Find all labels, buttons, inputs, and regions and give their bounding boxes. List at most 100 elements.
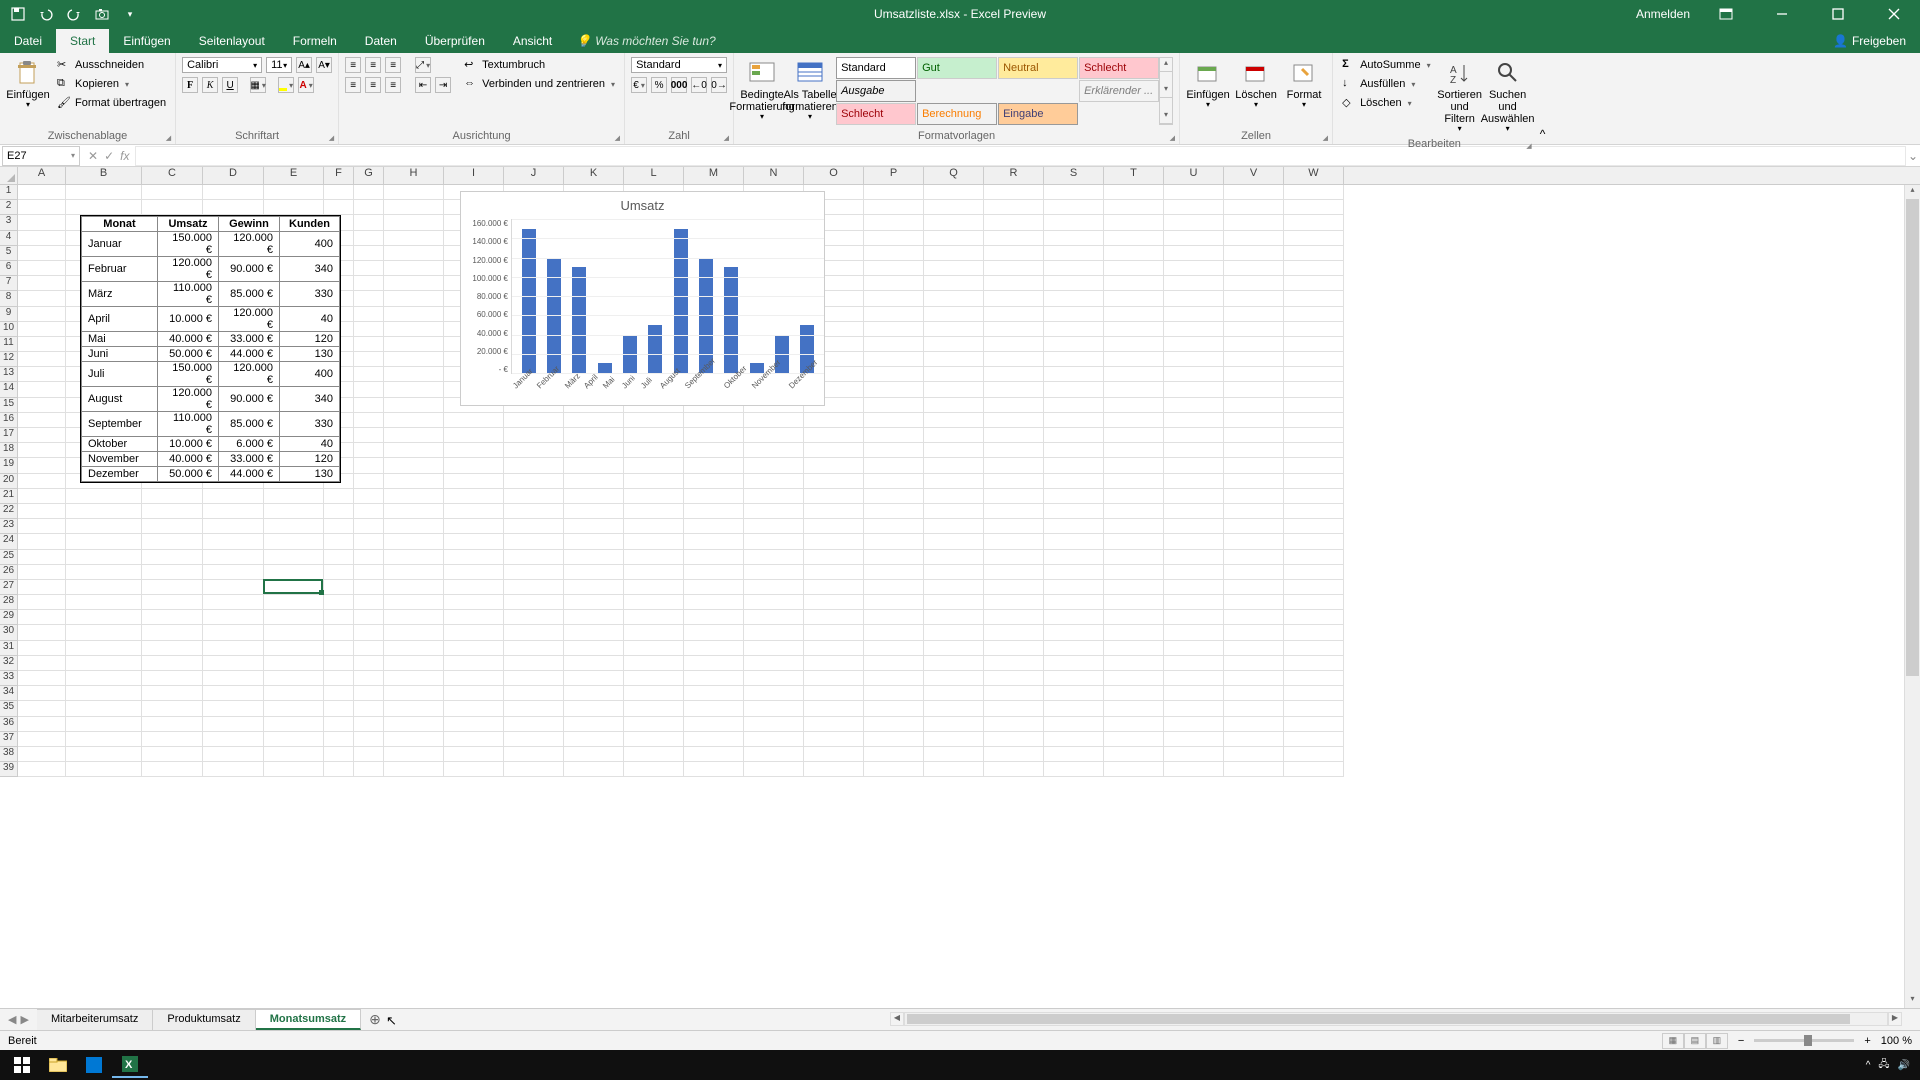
cell[interactable] — [864, 246, 924, 261]
cell[interactable] — [564, 443, 624, 458]
cell[interactable] — [384, 580, 444, 595]
cell[interactable] — [384, 322, 444, 337]
cell[interactable] — [1164, 231, 1224, 246]
cell[interactable] — [1104, 474, 1164, 489]
cell[interactable] — [264, 656, 324, 671]
cell[interactable] — [984, 337, 1044, 352]
zoom-out-icon[interactable]: − — [1738, 1035, 1744, 1047]
cell[interactable] — [804, 504, 864, 519]
cell[interactable] — [1044, 382, 1104, 397]
cell[interactable] — [354, 322, 384, 337]
cell[interactable] — [1284, 246, 1344, 261]
col-header[interactable]: L — [624, 167, 684, 184]
cell[interactable] — [684, 565, 744, 580]
cell[interactable] — [924, 413, 984, 428]
cell[interactable] — [744, 413, 804, 428]
cell[interactable] — [624, 519, 684, 534]
cell[interactable] — [1044, 762, 1104, 777]
cell[interactable] — [984, 610, 1044, 625]
cell[interactable] — [564, 550, 624, 565]
row-header[interactable]: 16 — [0, 413, 18, 428]
cell[interactable] — [203, 185, 264, 200]
cell[interactable] — [354, 762, 384, 777]
cell[interactable] — [354, 686, 384, 701]
cell[interactable] — [384, 367, 444, 382]
table-cell[interactable]: 130 — [280, 467, 340, 482]
cell[interactable] — [142, 671, 203, 686]
cell[interactable] — [354, 534, 384, 549]
cell[interactable] — [804, 489, 864, 504]
cell[interactable] — [324, 580, 354, 595]
cell[interactable] — [924, 398, 984, 413]
comma-icon[interactable]: 000 — [671, 77, 687, 93]
tab-insert[interactable]: Einfügen — [109, 29, 184, 53]
cell[interactable] — [1284, 625, 1344, 640]
cell[interactable] — [1104, 200, 1164, 215]
cell[interactable] — [1224, 550, 1284, 565]
cell[interactable] — [984, 276, 1044, 291]
cell[interactable] — [18, 246, 66, 261]
cell[interactable] — [1104, 398, 1164, 413]
cell[interactable] — [354, 352, 384, 367]
cell[interactable] — [624, 595, 684, 610]
cell[interactable] — [924, 246, 984, 261]
cell[interactable] — [624, 701, 684, 716]
table-cell[interactable]: 50.000 € — [158, 467, 219, 482]
cell[interactable] — [142, 565, 203, 580]
cell[interactable] — [924, 656, 984, 671]
format-as-table-button[interactable]: Als Tabelle formatieren▾ — [788, 57, 832, 124]
row-header[interactable]: 25 — [0, 550, 18, 565]
cell[interactable] — [1284, 322, 1344, 337]
taskbar-explorer-icon[interactable] — [40, 1052, 76, 1078]
cell[interactable] — [864, 185, 924, 200]
cell[interactable] — [264, 686, 324, 701]
cell[interactable] — [1164, 504, 1224, 519]
cell[interactable] — [324, 565, 354, 580]
cell[interactable] — [564, 534, 624, 549]
cell[interactable] — [66, 504, 142, 519]
cell[interactable] — [66, 200, 142, 215]
col-header[interactable]: I — [444, 167, 504, 184]
col-header[interactable]: A — [18, 167, 66, 184]
cell[interactable] — [18, 550, 66, 565]
cell[interactable] — [354, 656, 384, 671]
cell[interactable] — [1044, 413, 1104, 428]
cell[interactable] — [564, 671, 624, 686]
table-header[interactable]: Gewinn — [219, 217, 280, 232]
cell[interactable] — [924, 625, 984, 640]
cell[interactable] — [1224, 261, 1284, 276]
cell[interactable] — [1044, 625, 1104, 640]
cell[interactable] — [624, 656, 684, 671]
row-header[interactable]: 9 — [0, 307, 18, 322]
cell[interactable] — [1284, 656, 1344, 671]
cell[interactable] — [624, 443, 684, 458]
cell[interactable] — [1284, 398, 1344, 413]
cell[interactable] — [1224, 185, 1284, 200]
cell[interactable] — [1164, 580, 1224, 595]
cell[interactable] — [864, 656, 924, 671]
cell[interactable] — [66, 565, 142, 580]
cell[interactable] — [66, 550, 142, 565]
cell[interactable] — [1224, 656, 1284, 671]
cell[interactable] — [142, 580, 203, 595]
tab-pagelayout[interactable]: Seitenlayout — [185, 29, 279, 53]
cell[interactable] — [984, 595, 1044, 610]
cell[interactable] — [1044, 322, 1104, 337]
cell[interactable] — [804, 625, 864, 640]
scroll-up-icon[interactable]: ▴ — [1905, 185, 1920, 199]
table-cell[interactable]: Juli — [82, 362, 158, 387]
table-cell[interactable]: 110.000 € — [158, 412, 219, 437]
cell[interactable] — [444, 610, 504, 625]
cell[interactable] — [504, 671, 564, 686]
cell[interactable] — [324, 625, 354, 640]
cell[interactable] — [984, 382, 1044, 397]
cell[interactable] — [444, 504, 504, 519]
cell[interactable] — [1164, 322, 1224, 337]
cell[interactable] — [1044, 443, 1104, 458]
cell[interactable] — [684, 625, 744, 640]
cell[interactable] — [203, 565, 264, 580]
undo-icon[interactable] — [38, 6, 54, 22]
cell[interactable] — [1284, 215, 1344, 230]
cell[interactable] — [984, 246, 1044, 261]
cell[interactable] — [1044, 580, 1104, 595]
